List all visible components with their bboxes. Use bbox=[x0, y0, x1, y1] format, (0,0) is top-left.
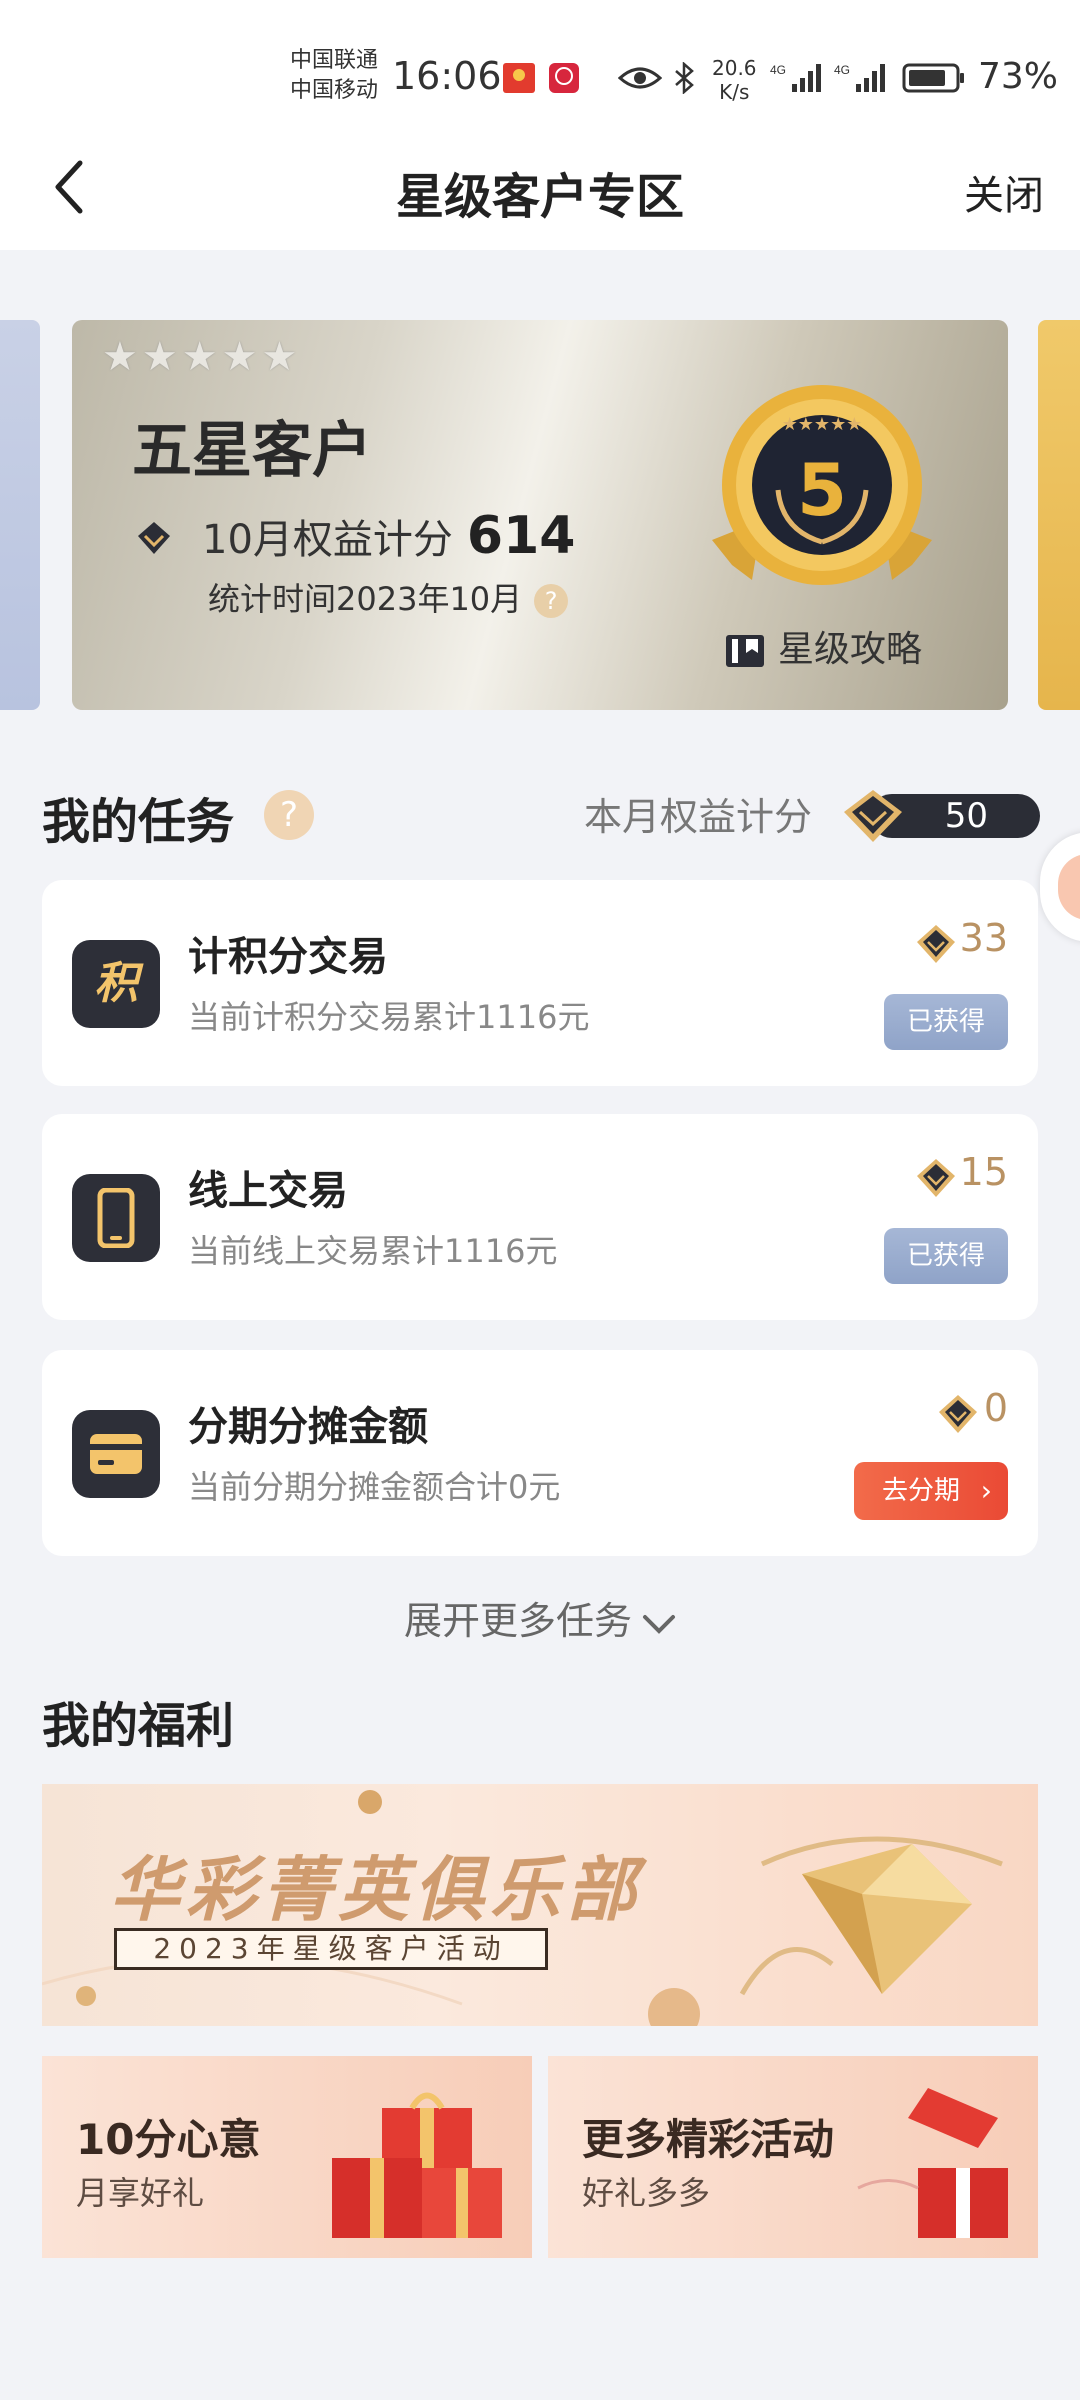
battery-icon bbox=[902, 63, 964, 93]
app-notification-icon bbox=[549, 63, 579, 93]
more-activities-tile[interactable]: 更多精彩活动 好礼多多 bbox=[548, 2056, 1038, 2258]
task-name: 计积分交易 bbox=[188, 934, 388, 980]
points-value: 614 bbox=[466, 506, 576, 566]
open-gift-icon bbox=[857, 2088, 1008, 2238]
card-icon bbox=[72, 1410, 160, 1498]
task-desc: 当前线上交易累计1116元 bbox=[188, 1232, 558, 1270]
carousel-next-card[interactable] bbox=[1038, 320, 1080, 710]
benefits-section-title: 我的福利 bbox=[42, 1698, 235, 1754]
tile-subtitle: 月享好礼 bbox=[76, 2174, 205, 2212]
task-score: 33 bbox=[959, 916, 1008, 960]
signal-icon-2: 4G bbox=[834, 63, 885, 92]
tile-title: 更多精彩活动 bbox=[582, 2115, 835, 2164]
task-name: 线上交易 bbox=[188, 1168, 348, 1214]
monthly-gift-tile[interactable]: 10分心意 月享好礼 bbox=[42, 2056, 532, 2258]
carrier-1: 中国联通 bbox=[290, 48, 379, 73]
carrier-2: 中国移动 bbox=[290, 78, 379, 103]
svg-text:4G: 4G bbox=[770, 63, 786, 77]
monthly-points: 10月权益计分 614 bbox=[202, 506, 575, 566]
battery-percent: 73% bbox=[978, 56, 1059, 97]
task-card[interactable]: 积 计积分交易 当前计积分交易累计1116元 33 已获得 bbox=[42, 880, 1038, 1086]
status-time: 16:06 bbox=[392, 54, 502, 98]
month-points-label: 本月权益计分 bbox=[584, 795, 813, 839]
star-guide-label: 星级攻略 bbox=[778, 629, 923, 670]
diamond-icon bbox=[138, 522, 170, 554]
eye-icon bbox=[618, 67, 662, 89]
diamond-icon bbox=[844, 790, 902, 842]
floating-side-tab[interactable] bbox=[1040, 832, 1080, 942]
tile-subtitle: 好礼多多 bbox=[582, 2174, 711, 2212]
carousel-prev-card[interactable] bbox=[0, 320, 40, 710]
svg-text:4G: 4G bbox=[834, 63, 850, 77]
svg-text:5: 5 bbox=[797, 448, 847, 532]
signal-icon: 4G bbox=[770, 63, 821, 92]
carrier-labels: 中国联通 中国移动 bbox=[290, 46, 378, 106]
obtained-button[interactable]: 已获得 bbox=[884, 994, 1008, 1050]
diamond-icon bbox=[939, 1395, 977, 1433]
tasks-help-icon[interactable]: ? bbox=[264, 790, 314, 840]
close-button[interactable]: 关闭 bbox=[964, 163, 1044, 221]
bluetooth-icon bbox=[675, 62, 694, 94]
diamond-icon bbox=[739, 1836, 1003, 1996]
expand-more-tasks[interactable]: 展开更多任务 bbox=[0, 1590, 1080, 1645]
diamond-icon bbox=[917, 1159, 955, 1197]
points-trade-icon: 积 bbox=[72, 940, 160, 1028]
task-desc: 当前分期分摊金额合计0元 bbox=[188, 1468, 561, 1506]
chevron-down-icon bbox=[643, 1614, 675, 1634]
nav-header: 星级客户专区 关闭 bbox=[0, 125, 1080, 250]
medal-badge-icon: ★★★★★ 5 bbox=[712, 385, 932, 585]
diamond-icon bbox=[917, 925, 955, 963]
task-score: 15 bbox=[959, 1150, 1008, 1194]
stat-time: 统计时间2023年10月? bbox=[208, 574, 569, 620]
star-guide-link[interactable]: 星级攻略 bbox=[724, 620, 922, 672]
help-icon[interactable]: ? bbox=[534, 584, 569, 618]
task-name: 分期分摊金额 bbox=[188, 1404, 428, 1450]
tasks-section-title: 我的任务 bbox=[42, 794, 235, 850]
tile-title: 10分心意 bbox=[76, 2115, 261, 2164]
go-installment-button[interactable]: 去分期 › bbox=[854, 1462, 1008, 1520]
points-label: 10月权益计分 bbox=[202, 517, 453, 563]
chevron-right-icon: › bbox=[980, 1474, 992, 1507]
obtained-button[interactable]: 已获得 bbox=[884, 1228, 1008, 1284]
page-title: 星级客户专区 bbox=[395, 169, 684, 225]
level-name: 五星客户 bbox=[132, 416, 372, 486]
star-rating: ★★★★★ bbox=[102, 334, 302, 380]
star-level-card[interactable]: ★★★★★ 五星客户 10月权益计分 614 统计时间2023年10月? ★★★★… bbox=[72, 320, 1008, 710]
banner-title: 华彩菁英俱乐部 bbox=[110, 1849, 642, 1931]
book-icon bbox=[726, 635, 764, 667]
task-desc: 当前计积分交易累计1116元 bbox=[188, 998, 590, 1036]
task-card[interactable]: 线上交易 当前线上交易累计1116元 15 已获得 bbox=[42, 1114, 1038, 1320]
banner-subtitle: 2023年星级客户活动 bbox=[114, 1928, 548, 1970]
red-envelope-icon bbox=[503, 63, 535, 93]
phone-icon bbox=[72, 1174, 160, 1262]
task-card[interactable]: 分期分摊金额 当前分期分摊金额合计0元 0 去分期 › bbox=[42, 1350, 1038, 1556]
svg-text:★★★★★: ★★★★★ bbox=[782, 414, 863, 435]
gift-box-icon bbox=[332, 2092, 502, 2238]
club-banner[interactable]: 华彩菁英俱乐部 2023年星级客户活动 bbox=[42, 1784, 1038, 2026]
network-speed: 20.6 K/s bbox=[712, 56, 757, 104]
task-score: 0 bbox=[983, 1386, 1008, 1430]
